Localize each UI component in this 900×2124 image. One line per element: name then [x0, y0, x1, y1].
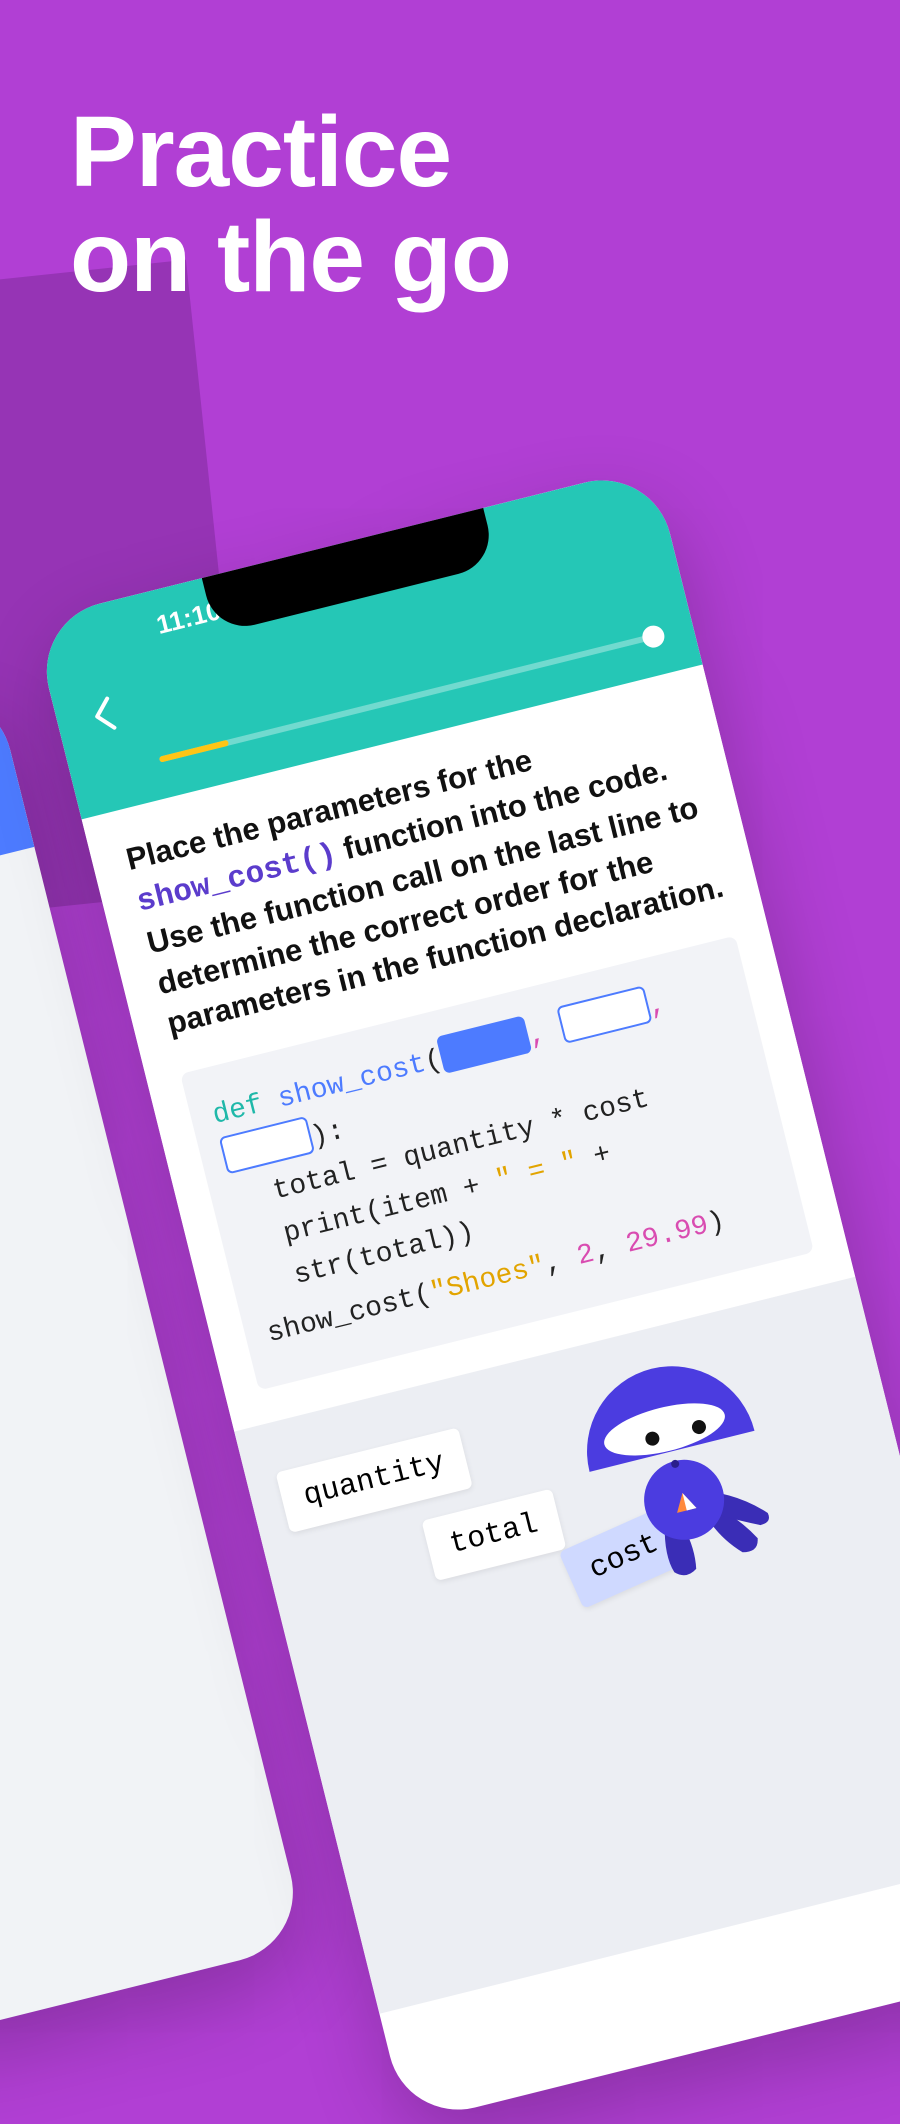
code-keyword-def: def: [210, 1089, 266, 1131]
code-call-n1: 2: [574, 1238, 598, 1272]
headline: Practice on the go: [70, 100, 511, 310]
code-call-n2: 29.99: [623, 1210, 712, 1260]
headline-line1: Practice: [70, 100, 511, 205]
progress-end-dot: [640, 623, 667, 650]
headline-line2: on the go: [70, 205, 511, 310]
back-button[interactable]: [87, 694, 122, 746]
